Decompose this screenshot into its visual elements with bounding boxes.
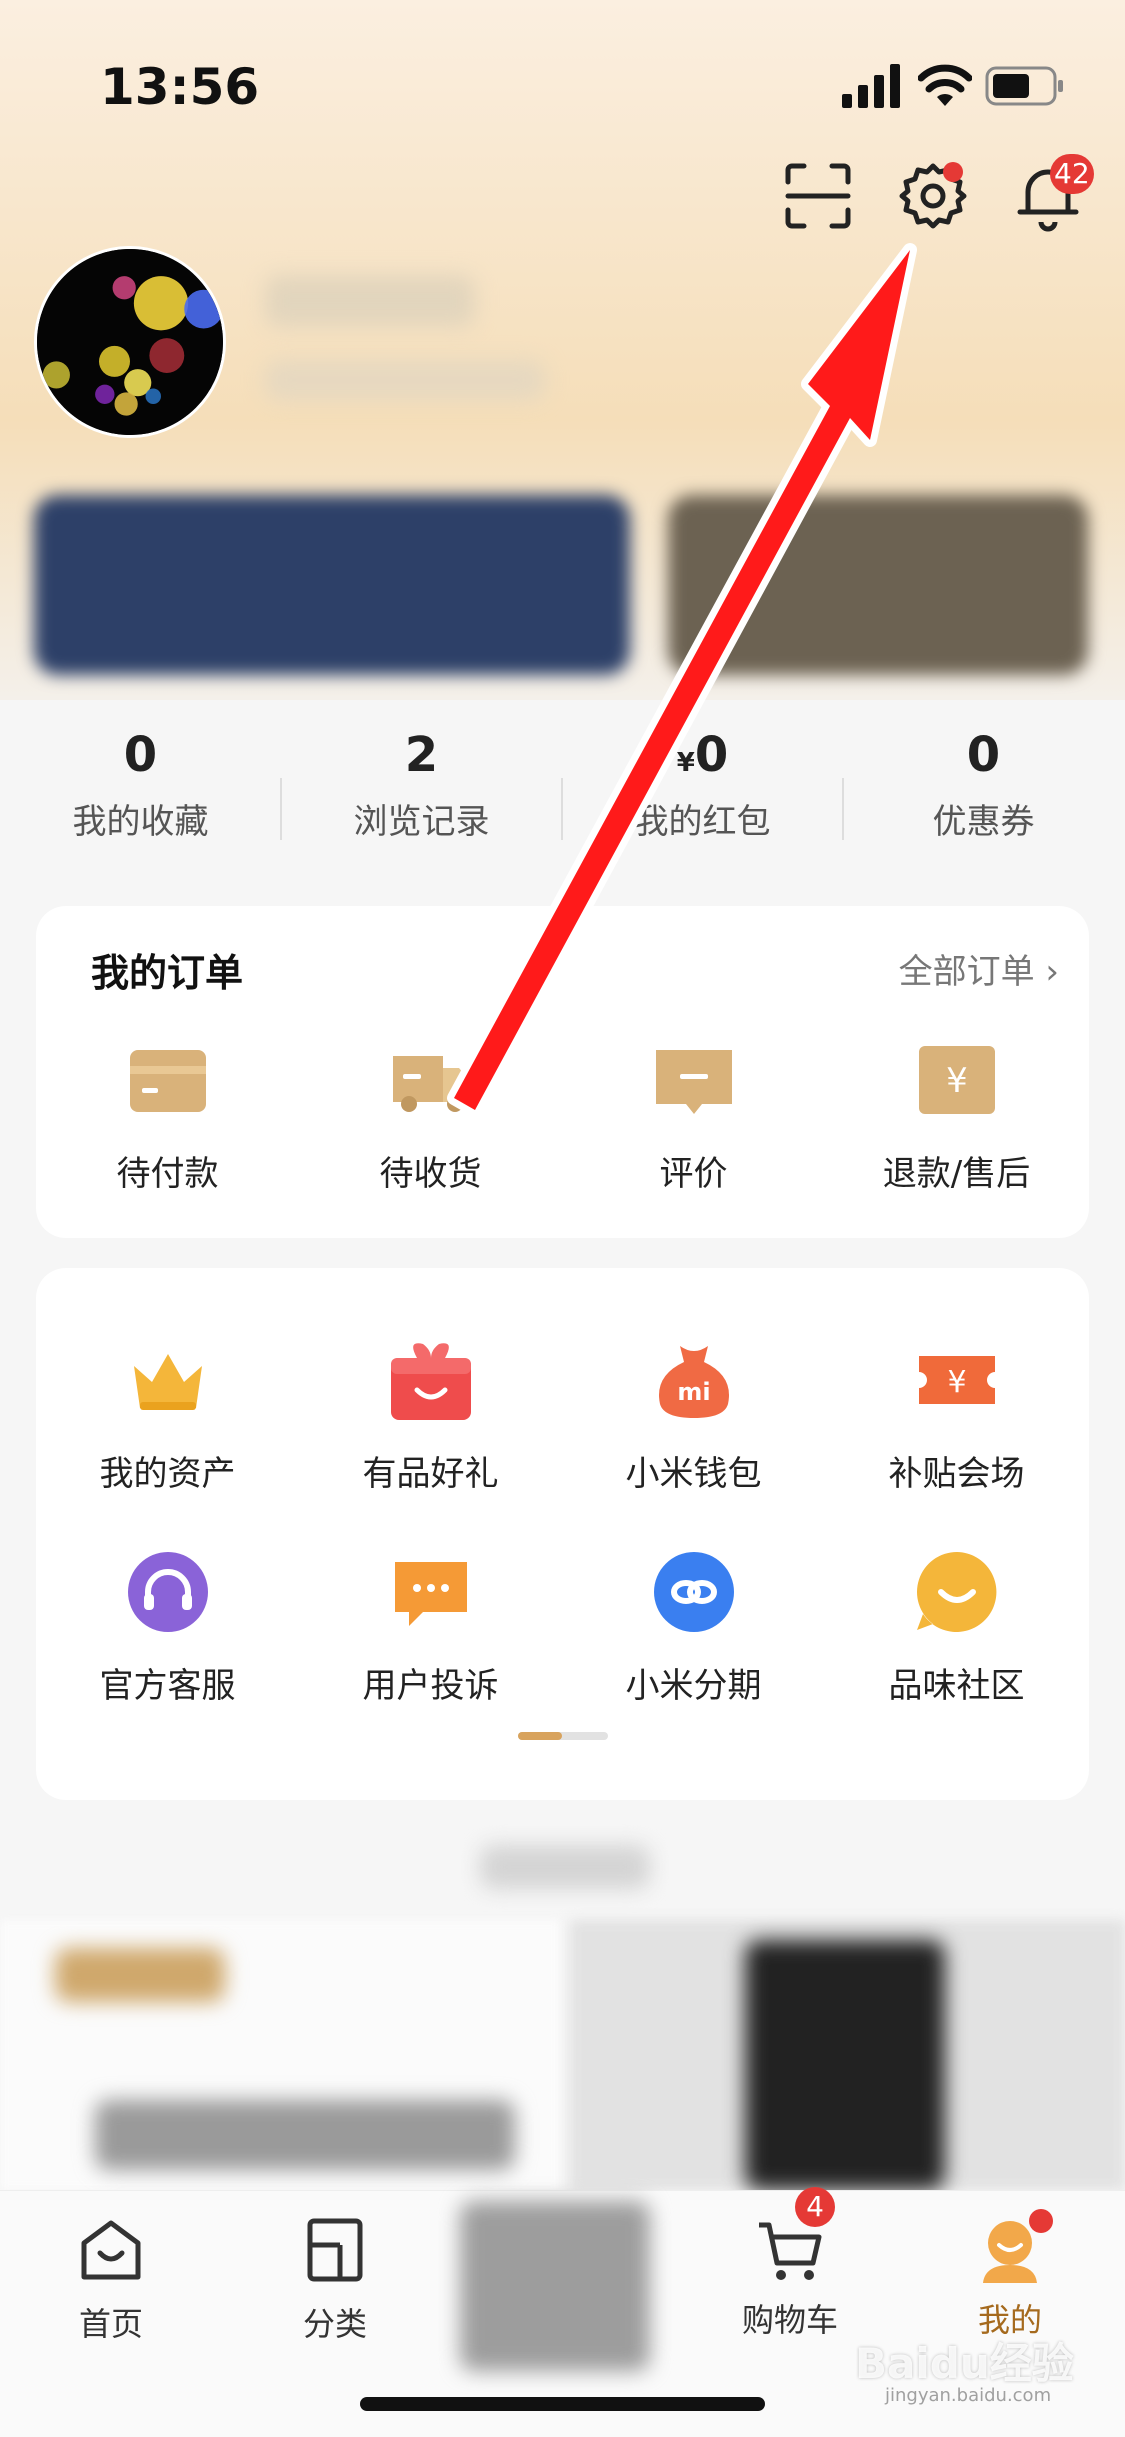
- stat-coupons[interactable]: 0 优惠券: [843, 720, 1124, 843]
- stat-value: 0: [123, 727, 158, 783]
- signal-icon: [842, 64, 900, 108]
- service-label: 小米钱包: [625, 1454, 762, 1494]
- service-customer-support[interactable]: 官方客服: [36, 1548, 299, 1707]
- home-icon: [81, 2220, 141, 2280]
- link-icon: [653, 1552, 734, 1632]
- avatar-image: [37, 249, 223, 435]
- avatar[interactable]: [34, 246, 226, 438]
- order-label: 退款/售后: [882, 1154, 1031, 1194]
- truck-icon: [392, 1056, 471, 1112]
- service-label: 用户投诉: [362, 1666, 499, 1706]
- stat-label: 优惠券: [932, 802, 1035, 842]
- category-icon: [307, 2218, 363, 2282]
- battery-icon: [985, 66, 1063, 106]
- settings-button[interactable]: [897, 160, 969, 232]
- service-gifts[interactable]: 有品好礼: [299, 1336, 562, 1495]
- notification-badge: 42: [1050, 154, 1094, 194]
- service-my-assets[interactable]: 我的资产: [36, 1336, 299, 1495]
- watermark-url: jingyan.baidu.com: [885, 2385, 1052, 2406]
- stat-label: 我的收藏: [72, 802, 209, 842]
- stat-value: 2: [404, 727, 439, 783]
- notification-button[interactable]: 42: [1012, 154, 1094, 232]
- membership-card-blurred[interactable]: [34, 495, 630, 675]
- order-label: 待付款: [116, 1154, 219, 1194]
- vip-card-blurred[interactable]: [668, 495, 1088, 675]
- tab-label: 分类: [302, 2305, 367, 2343]
- home-indicator: [360, 2397, 765, 2411]
- order-pending-payment[interactable]: 待付款: [36, 1036, 299, 1195]
- ticket-icon: ¥: [918, 1356, 995, 1404]
- service-subsidy[interactable]: ¥ 补贴会场: [825, 1336, 1088, 1495]
- tab-home[interactable]: 首页: [36, 2215, 186, 2345]
- product-blurred: [95, 2100, 515, 2170]
- comment-icon: [655, 1050, 732, 1114]
- orders-card: 我的订单 全部订单 › 待付款 待收货 评价 ¥ 退款/售后: [36, 906, 1089, 1238]
- tab-mine[interactable]: 我的: [935, 2209, 1085, 2341]
- service-label: 有品好礼: [362, 1454, 499, 1494]
- services-card: 我的资产 有品好礼 mi 小米钱包 ¥ 补贴会场 官方客服 用户投诉 小米分期 …: [36, 1268, 1089, 1800]
- currency-symbol: ¥: [676, 748, 695, 778]
- status-bar: 13:56: [0, 0, 1125, 160]
- status-time: 13:56: [100, 58, 260, 116]
- stat-value: 0: [694, 727, 729, 783]
- stat-history[interactable]: 2 浏览记录: [281, 720, 562, 843]
- product-image-blurred: [745, 1940, 945, 2190]
- divider: [280, 778, 282, 840]
- cart-badge: 4: [795, 2187, 835, 2227]
- order-pending-delivery[interactable]: 待收货: [299, 1036, 562, 1195]
- stat-label: 浏览记录: [353, 802, 490, 842]
- service-label: 小米分期: [625, 1666, 762, 1706]
- profile-dot: [1029, 2209, 1053, 2233]
- orders-title: 我的订单: [91, 951, 244, 995]
- service-installments[interactable]: 小米分期: [562, 1548, 825, 1707]
- stat-value: 0: [966, 727, 1001, 783]
- order-refund[interactable]: ¥ 退款/售后: [825, 1036, 1088, 1195]
- divider: [842, 778, 844, 840]
- wifi-icon: [918, 64, 972, 106]
- settings-dot: [943, 162, 963, 182]
- stat-favorites[interactable]: 0 我的收藏: [0, 720, 281, 843]
- tag-blurred: [55, 1948, 225, 2002]
- svg-text:mi: mi: [677, 1378, 710, 1406]
- service-label: 官方客服: [99, 1666, 236, 1706]
- tab-cart[interactable]: 4 购物车: [715, 2187, 865, 2341]
- page-indicator: [518, 1732, 608, 1740]
- order-label: 评价: [659, 1154, 728, 1194]
- all-orders-label: 全部订单: [898, 952, 1035, 992]
- smile-icon: [916, 1552, 996, 1632]
- stat-label: 我的红包: [634, 802, 771, 842]
- wallet-bag-icon: mi: [658, 1346, 729, 1418]
- watermark-logo: Baidu经验: [855, 2339, 1074, 2388]
- order-review[interactable]: 评价: [562, 1036, 825, 1195]
- card-icon: [129, 1050, 206, 1112]
- center-promo-blurred[interactable]: [460, 2201, 650, 2371]
- user-id-blurred: [265, 360, 545, 400]
- section-title-blurred: [480, 1845, 650, 1889]
- tab-category[interactable]: 分类: [260, 2215, 410, 2345]
- chevron-right-icon: ›: [1045, 952, 1059, 992]
- service-community[interactable]: 品味社区: [825, 1548, 1088, 1707]
- svg-text:¥: ¥: [946, 1061, 968, 1101]
- tab-label: 购物车: [741, 2301, 838, 2339]
- headset-icon: [127, 1552, 208, 1632]
- message-icon: [394, 1562, 467, 1626]
- scan-icon[interactable]: [782, 160, 854, 232]
- service-label: 我的资产: [99, 1454, 236, 1494]
- divider: [561, 778, 563, 840]
- stat-red-packet[interactable]: ¥0 我的红包: [562, 720, 843, 843]
- tab-label: 首页: [78, 2305, 143, 2343]
- svg-text:¥: ¥: [947, 1365, 966, 1400]
- username-blurred: [265, 275, 475, 327]
- order-label: 待收货: [379, 1154, 482, 1194]
- crown-icon: [133, 1354, 202, 1410]
- gift-icon: [390, 1343, 471, 1420]
- refund-icon: ¥: [918, 1046, 995, 1114]
- service-label: 品味社区: [888, 1666, 1025, 1706]
- all-orders-link[interactable]: 全部订单 ›: [899, 944, 1059, 993]
- service-complaints[interactable]: 用户投诉: [299, 1548, 562, 1707]
- service-label: 补贴会场: [888, 1454, 1025, 1494]
- service-mi-wallet[interactable]: mi 小米钱包: [562, 1336, 825, 1495]
